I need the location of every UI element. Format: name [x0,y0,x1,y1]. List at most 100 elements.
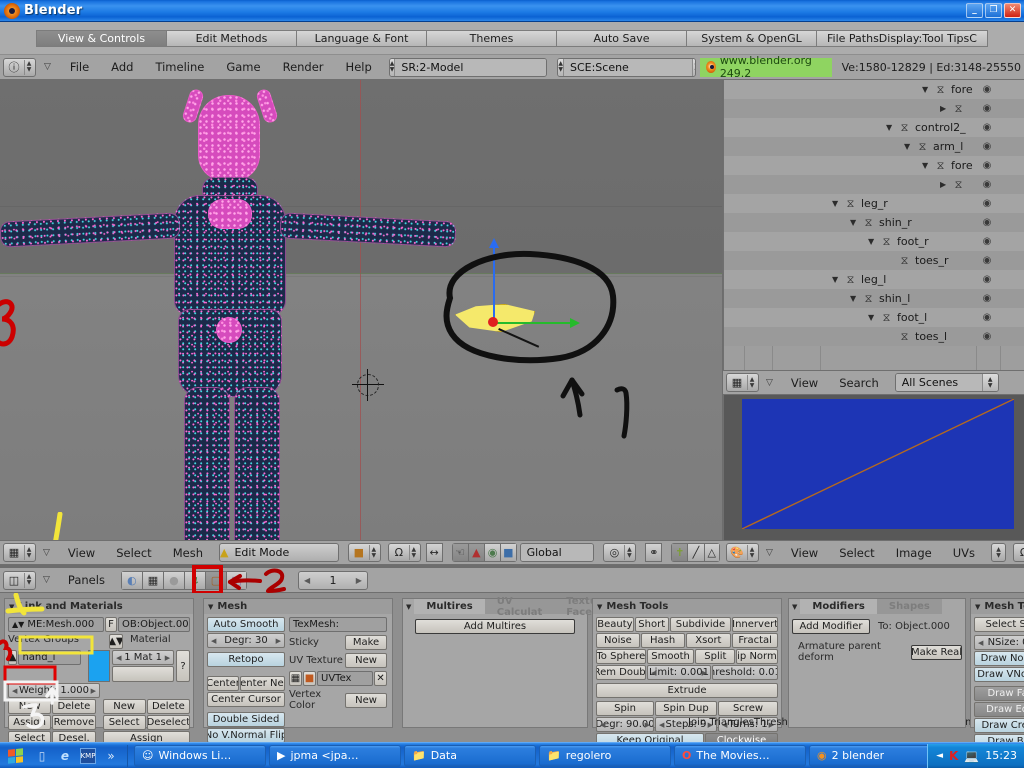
taskbar-task[interactable]: 📁 regolero [539,744,671,767]
mesh-belly-highlight[interactable] [216,317,242,343]
view3d-menu-view[interactable]: View [59,546,104,560]
outliner-item-label[interactable]: arm_l [933,140,963,153]
prefs-tab-system-opengl[interactable]: System & OpenGL [686,29,816,47]
uv-editor-type-button[interactable]: 🎨 ▲ ▼ [726,543,759,562]
material-select-button[interactable]: Select [102,715,146,730]
mesh-tools-title[interactable]: ▼ Mesh Tools [593,599,781,614]
expand-collapse-down-icon[interactable]: ▼ [922,85,931,94]
outliner-item-label[interactable]: shin_r [879,216,912,229]
center-button[interactable]: Center [207,676,239,691]
physics-context-icon[interactable]: ↯ [183,570,205,590]
outliner-row[interactable]: ▼ ⧖ arm_l ◉ [724,137,1024,156]
draw-edges-button[interactable]: Draw Edges [974,702,1024,717]
outliner-item-label[interactable]: foot_r [897,235,929,248]
expand-collapse-down-icon[interactable]: ▼ [904,142,913,151]
texmesh-field[interactable]: TexMesh: [289,617,387,632]
more-chevron-icon[interactable]: » [103,748,119,764]
editor-type-stepper[interactable]: ▲ ▼ [24,59,33,75]
panel-multires[interactable]: ▼ Multires UV Calculat Texture Face Add … [402,596,621,728]
expand-collapse-down-icon[interactable]: ▼ [832,275,841,284]
uv-editor-stepper[interactable]: ▲ ▼ [747,545,756,560]
vertex-weight-field[interactable]: ◀ Weight: 1.000 ▶ [8,683,100,698]
minimize-button[interactable]: _ [966,3,983,18]
outliner-scope-stepper[interactable]: ▲ ▼ [981,374,998,391]
mesh-tools-1-title[interactable]: ▼ Mesh Tools 1 [971,599,1024,614]
outliner-editor-stepper[interactable]: ▲ ▼ [747,375,756,390]
manipulator-scale-icon[interactable]: ■ [500,543,517,562]
vgroup-delete-button[interactable]: Delete [52,699,96,714]
shading-context-icon[interactable]: ◐ [120,570,142,590]
uv-canvas[interactable] [742,399,1014,529]
menu-help[interactable]: Help [337,60,381,74]
material-index-stepper[interactable]: ▲▼ [109,634,123,649]
interaction-mode-value[interactable]: Edit Mode [228,544,337,561]
outliner-row[interactable]: ▼ ⧖ foot_l ◉ [724,308,1024,327]
center-cursor-button[interactable]: Center Cursor [207,692,285,707]
outliner-row[interactable]: ▼ ⧖ leg_l ◉ [724,270,1024,289]
tab-multires[interactable]: Multires [414,599,485,614]
manipulator-toggle-icon[interactable]: ☜ [451,543,468,562]
outliner-item-label[interactable]: shin_l [879,292,910,305]
auto-smooth-degr-field[interactable]: ◀ Degr: 30 ▶ [207,633,285,648]
pivot-point-button[interactable]: ◎ ▲ ▼ [603,543,637,562]
object-datablock-field[interactable]: OB:Object.000 [118,617,190,632]
beauty-button[interactable]: Beauty [596,617,634,632]
uv-layer-grid-icon[interactable]: ▦ [289,671,302,686]
panel-collapse-icon[interactable]: ▼ [9,603,14,611]
mesh-chest-highlight[interactable] [208,199,252,229]
outliner-row[interactable]: ⧖ toes_l ◉ [724,327,1024,346]
outliner-scope-selector[interactable]: All Scenes ▲ ▼ [894,373,999,392]
panels-collapse-arrow[interactable]: ▽ [39,575,56,585]
transform-orientation-selector[interactable]: Global ▲▼ [519,543,595,562]
prefs-tab-file-pathsdisplay-tool-tipsc[interactable]: File PathsDisplay:Tool TipsC [816,29,988,47]
modifiers-collapse-icon[interactable]: ▼ [789,599,800,614]
buttons-editor-type-button[interactable]: ◫ ▲ ▼ [3,570,36,590]
selected-hand-mesh[interactable] [455,238,580,348]
view3d-editor-stepper[interactable]: ▲ ▼ [24,545,33,560]
auto-smooth-button[interactable]: Auto Smooth [207,617,285,632]
hash-button[interactable]: Hash [640,633,685,648]
kaspersky-icon[interactable]: K [949,749,958,763]
vertex-color-new-button[interactable]: New [345,692,387,708]
outliner-row[interactable]: ▼ ⧖ fore ◉ [724,156,1024,175]
menu-add[interactable]: Add [102,60,142,74]
snap-magnet-icon[interactable]: ⚭ [645,543,663,562]
eye-visibility-icon[interactable]: ◉ [980,217,994,229]
spin-button[interactable]: Spin [596,701,654,716]
eye-visibility-icon[interactable]: ◉ [980,255,994,267]
outliner-menu-search[interactable]: Search [830,376,888,390]
uv-menu-view[interactable]: View [782,546,827,560]
outliner-row[interactable]: ▼ ⧖ leg_r ◉ [724,194,1024,213]
screen-selector[interactable]: ▲▼ SR:2-Model ✕ [388,57,548,77]
panel-link-and-materials[interactable]: ▼ Link and Materials ▲▼ ME: Mesh.000 F OB… [4,598,194,742]
outliner-row[interactable]: ▼ ⧖ fore ◉ [724,80,1024,99]
network-icon[interactable]: 💻 [964,749,979,763]
shading-stepper[interactable]: ▲ ▼ [368,545,378,560]
outliner-item-label[interactable]: fore [951,83,973,96]
outliner-editor[interactable]: ▼ ⧖ fore ◉ ▶ ⧖ ◉ ▼ ⧖ control2_ ◉ ▼ ⧖ arm_l ◉ ▼ ⧖ fore ◉ ▶ ⧖ ◉… [723,80,1024,370]
vgroup-remove-button[interactable]: Remove [52,715,96,730]
select-swap-button[interactable]: Select Swap [974,617,1024,632]
subdivide-button[interactable]: Subdivide [669,617,732,632]
mesh-panel-title[interactable]: ▼ Mesh [204,599,392,614]
prefs-tab-auto-save[interactable]: Auto Save [556,29,686,47]
eye-visibility-icon[interactable]: ◉ [980,103,994,115]
add-modifier-button[interactable]: Add Modifier [792,619,870,634]
prefs-tab-themes[interactable]: Themes [426,29,556,47]
expand-collapse-down-icon[interactable]: ▼ [922,161,931,170]
expand-collapse-right-icon[interactable]: ▶ [940,180,949,189]
restore-button[interactable]: ❐ [985,3,1002,18]
material-assign-button[interactable]: Assign [102,731,190,742]
screw-button[interactable]: Screw [718,701,778,716]
draw-normals-button[interactable]: Draw Normals [974,651,1024,666]
mesh-leg-right[interactable] [234,387,280,540]
viewport-shading-button[interactable]: ■ ▲ ▼ [347,543,381,562]
expand-collapse-down-icon[interactable]: ▼ [832,199,841,208]
frame-next-arrow[interactable]: ▶ [356,576,362,585]
uv-collapse-arrow[interactable]: ▽ [762,548,779,558]
view3d-collapse-arrow[interactable]: ▽ [39,548,56,558]
view3d-menu-select[interactable]: Select [107,546,160,560]
scene-context-icon[interactable]: ◫ [225,570,247,590]
menu-render[interactable]: Render [274,60,333,74]
fractal-button[interactable]: Fractal [732,633,778,648]
